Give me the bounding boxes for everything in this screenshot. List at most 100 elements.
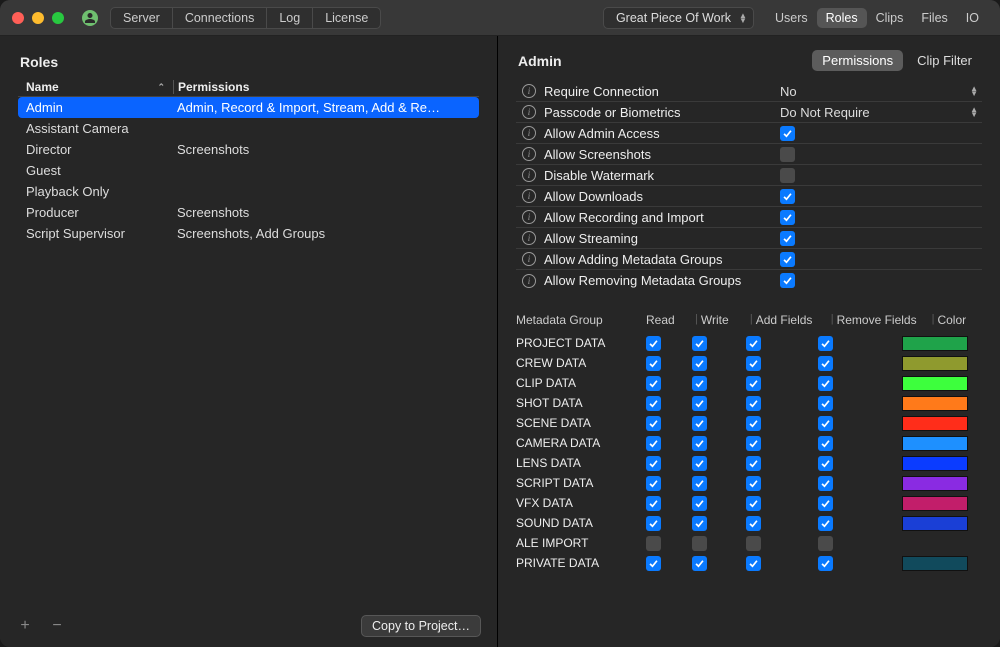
remove-role-button[interactable]: − <box>48 617 66 635</box>
color-swatch[interactable] <box>902 416 968 431</box>
metadata-add-checkbox[interactable] <box>746 536 761 551</box>
color-swatch[interactable] <box>902 396 968 411</box>
metadata-remove-checkbox[interactable] <box>818 456 833 471</box>
metadata-remove-checkbox[interactable] <box>818 516 833 531</box>
metadata-add-checkbox[interactable] <box>746 416 761 431</box>
metadata-write-checkbox[interactable] <box>692 336 707 351</box>
metadata-add-checkbox[interactable] <box>746 476 761 491</box>
metadata-read-checkbox[interactable] <box>646 476 661 491</box>
metadata-write-checkbox[interactable] <box>692 436 707 451</box>
color-swatch[interactable] <box>902 456 968 471</box>
nav-tab-files[interactable]: Files <box>912 8 956 28</box>
column-header-name[interactable]: Name ⌃ <box>18 80 173 94</box>
role-row[interactable]: ProducerScreenshots <box>18 202 479 223</box>
info-icon[interactable]: i <box>522 105 536 119</box>
metadata-remove-checkbox[interactable] <box>818 536 833 551</box>
minimize-window-button[interactable] <box>32 12 44 24</box>
role-row[interactable]: Assistant Camera <box>18 118 479 139</box>
color-swatch[interactable] <box>902 556 968 571</box>
permission-select[interactable]: No▲▼ <box>780 84 982 99</box>
nav-tab-roles[interactable]: Roles <box>817 8 867 28</box>
role-row[interactable]: AdminAdmin, Record & Import, Stream, Add… <box>18 97 479 118</box>
permission-checkbox[interactable] <box>780 189 795 204</box>
role-row[interactable]: DirectorScreenshots <box>18 139 479 160</box>
metadata-write-checkbox[interactable] <box>692 476 707 491</box>
menu-server[interactable]: Server <box>111 8 173 28</box>
color-swatch[interactable] <box>902 496 968 511</box>
metadata-add-checkbox[interactable] <box>746 456 761 471</box>
info-icon[interactable]: i <box>522 210 536 224</box>
metadata-read-checkbox[interactable] <box>646 356 661 371</box>
menu-license[interactable]: License <box>313 8 380 28</box>
info-icon[interactable]: i <box>522 147 536 161</box>
color-swatch[interactable] <box>902 336 968 351</box>
metadata-remove-checkbox[interactable] <box>818 356 833 371</box>
nav-tab-users[interactable]: Users <box>766 8 817 28</box>
metadata-add-checkbox[interactable] <box>746 356 761 371</box>
metadata-add-checkbox[interactable] <box>746 336 761 351</box>
info-icon[interactable]: i <box>522 274 536 288</box>
metadata-write-checkbox[interactable] <box>692 516 707 531</box>
metadata-write-checkbox[interactable] <box>692 396 707 411</box>
metadata-add-checkbox[interactable] <box>746 436 761 451</box>
add-role-button[interactable]: + <box>16 617 34 635</box>
column-header-permissions[interactable]: Permissions <box>174 80 479 94</box>
user-icon[interactable] <box>82 10 98 26</box>
info-icon[interactable]: i <box>522 126 536 140</box>
color-swatch[interactable] <box>902 476 968 491</box>
permission-checkbox[interactable] <box>780 210 795 225</box>
metadata-read-checkbox[interactable] <box>646 336 661 351</box>
metadata-read-checkbox[interactable] <box>646 456 661 471</box>
project-selector[interactable]: Great Piece Of Work ▲▼ <box>603 7 754 29</box>
zoom-window-button[interactable] <box>52 12 64 24</box>
metadata-add-checkbox[interactable] <box>746 396 761 411</box>
metadata-add-checkbox[interactable] <box>746 556 761 571</box>
metadata-write-checkbox[interactable] <box>692 536 707 551</box>
permission-checkbox[interactable] <box>780 252 795 267</box>
nav-tab-io[interactable]: IO <box>957 8 988 28</box>
metadata-read-checkbox[interactable] <box>646 556 661 571</box>
info-icon[interactable]: i <box>522 252 536 266</box>
metadata-read-checkbox[interactable] <box>646 496 661 511</box>
metadata-remove-checkbox[interactable] <box>818 476 833 491</box>
role-row[interactable]: Playback Only <box>18 181 479 202</box>
metadata-remove-checkbox[interactable] <box>818 336 833 351</box>
nav-tab-clips[interactable]: Clips <box>867 8 913 28</box>
metadata-read-checkbox[interactable] <box>646 436 661 451</box>
metadata-read-checkbox[interactable] <box>646 376 661 391</box>
info-icon[interactable]: i <box>522 168 536 182</box>
copy-to-project-button[interactable]: Copy to Project… <box>361 615 481 637</box>
metadata-remove-checkbox[interactable] <box>818 416 833 431</box>
metadata-read-checkbox[interactable] <box>646 516 661 531</box>
permission-checkbox[interactable] <box>780 273 795 288</box>
color-swatch[interactable] <box>902 436 968 451</box>
metadata-write-checkbox[interactable] <box>692 556 707 571</box>
metadata-remove-checkbox[interactable] <box>818 436 833 451</box>
role-row[interactable]: Script SupervisorScreenshots, Add Groups <box>18 223 479 244</box>
metadata-write-checkbox[interactable] <box>692 456 707 471</box>
info-icon[interactable]: i <box>522 84 536 98</box>
metadata-read-checkbox[interactable] <box>646 396 661 411</box>
metadata-add-checkbox[interactable] <box>746 376 761 391</box>
metadata-add-checkbox[interactable] <box>746 516 761 531</box>
color-swatch[interactable] <box>902 356 968 371</box>
metadata-write-checkbox[interactable] <box>692 496 707 511</box>
metadata-add-checkbox[interactable] <box>746 496 761 511</box>
close-window-button[interactable] <box>12 12 24 24</box>
tab-clip-filter[interactable]: Clip Filter <box>907 50 982 71</box>
permission-checkbox[interactable] <box>780 126 795 141</box>
metadata-write-checkbox[interactable] <box>692 356 707 371</box>
color-swatch[interactable] <box>902 376 968 391</box>
permission-select[interactable]: Do Not Require▲▼ <box>780 105 982 120</box>
metadata-read-checkbox[interactable] <box>646 416 661 431</box>
permission-checkbox[interactable] <box>780 168 795 183</box>
permission-checkbox[interactable] <box>780 231 795 246</box>
metadata-write-checkbox[interactable] <box>692 416 707 431</box>
info-icon[interactable]: i <box>522 231 536 245</box>
info-icon[interactable]: i <box>522 189 536 203</box>
metadata-read-checkbox[interactable] <box>646 536 661 551</box>
permission-checkbox[interactable] <box>780 147 795 162</box>
menu-connections[interactable]: Connections <box>173 8 268 28</box>
metadata-remove-checkbox[interactable] <box>818 496 833 511</box>
color-swatch[interactable] <box>902 516 968 531</box>
